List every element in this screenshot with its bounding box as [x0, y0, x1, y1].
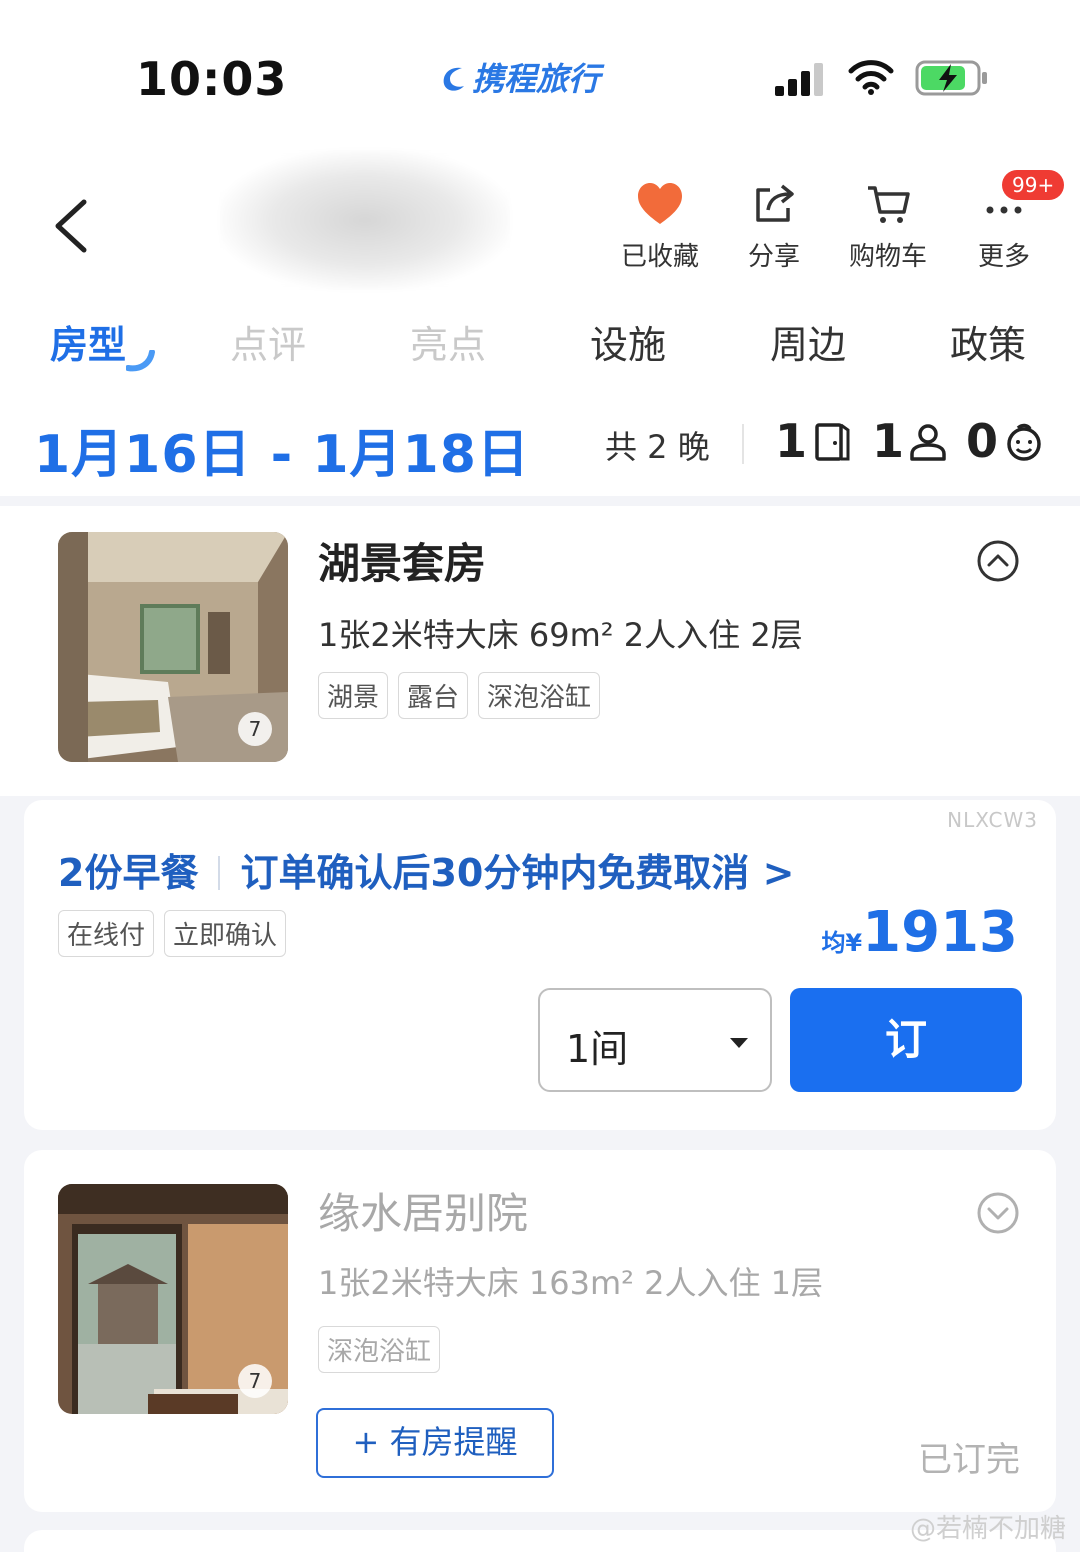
share-button[interactable]: 分享	[724, 180, 824, 273]
rate-title[interactable]: 2份早餐 订单确认后30分钟内免费取消 >	[58, 842, 794, 897]
heart-icon	[638, 183, 682, 224]
room-tags: 深泡浴缸	[318, 1326, 450, 1373]
share-label: 分享	[747, 242, 800, 272]
carrier-text: 携程旅行	[472, 60, 601, 98]
rate-tag: 在线付	[58, 910, 155, 957]
favorite-button[interactable]: 已收藏	[610, 180, 710, 273]
stay-selector[interactable]: 1月16日 - 1月18日 共 2 晚 1 1 0	[0, 400, 1080, 496]
tab-surroundings[interactable]: 周边	[770, 314, 846, 369]
room-photo[interactable]: 7	[58, 1184, 288, 1414]
room-tag: 深泡浴缸	[478, 672, 601, 719]
door-icon	[815, 423, 850, 461]
room-tag: 深泡浴缸	[318, 1326, 441, 1373]
room-name: 湖景套房	[318, 539, 487, 588]
wifi-icon	[848, 60, 894, 95]
watermark: @若楠不加糖	[909, 1514, 1066, 1544]
photo-count: 7	[238, 712, 272, 746]
active-tab-indicator	[126, 350, 155, 372]
room-tags: 湖景 露台 深泡浴缸	[318, 672, 610, 719]
price: 均¥1913	[821, 900, 1018, 965]
next-room-card	[24, 1530, 1056, 1552]
cart-label: 购物车	[848, 242, 927, 272]
tab-highlights[interactable]: 亮点	[410, 314, 486, 369]
room-info: 1张2米特大床 69m² 2人入住 2层	[318, 616, 803, 654]
adult-icon	[910, 424, 946, 461]
date-range[interactable]: 1月16日 - 1月18日	[34, 412, 530, 487]
child-count[interactable]: 0	[966, 414, 998, 468]
book-button[interactable]: 订	[790, 988, 1022, 1092]
tab-facilities[interactable]: 设施	[590, 314, 666, 369]
status-bar: 10:03 携程旅行	[0, 0, 1080, 150]
collapse-chevron-icon[interactable]	[977, 540, 1019, 582]
cart-icon	[868, 186, 910, 223]
room-card[interactable]: 7 湖景套房 1张2米特大床 69m² 2人入住 2层 湖景 露台 深泡浴缸	[0, 506, 1080, 796]
nights-count: 共 2 晚	[605, 428, 710, 466]
rate-tag: 立即确认	[164, 910, 287, 957]
divider	[218, 856, 221, 890]
room-tag: 湖景	[318, 672, 389, 719]
room-quantity-value: 1间	[566, 1027, 629, 1071]
room-photo[interactable]: 7	[58, 532, 288, 762]
room-count[interactable]: 1	[775, 414, 807, 468]
rate-code: NLXCW3	[947, 808, 1038, 832]
cancellation-label: 订单确认后30分钟内免费取消 >	[240, 851, 795, 895]
notification-badge: 99+	[1002, 170, 1065, 200]
room-name: 缘水居别院	[318, 1189, 529, 1238]
tab-policies[interactable]: 政策	[950, 314, 1026, 369]
rate-tags: 在线付 立即确认	[58, 910, 296, 957]
signal-icon	[775, 62, 827, 96]
child-icon	[1007, 423, 1041, 461]
expand-chevron-icon[interactable]	[977, 1192, 1019, 1234]
tab-reviews[interactable]: 点评	[230, 314, 306, 369]
availability-alert-button[interactable]: + 有房提醒	[316, 1408, 554, 1478]
section-tabs: 房型 点评 亮点 设施 周边 政策	[0, 300, 1080, 400]
price-amount: 1913	[862, 900, 1018, 965]
battery-icon	[915, 60, 987, 96]
back-icon[interactable]	[50, 198, 94, 254]
clock: 10:03	[136, 52, 288, 106]
carrier-label: 携程旅行	[440, 54, 600, 100]
tab-room-type[interactable]: 房型	[50, 314, 126, 369]
share-icon	[756, 184, 794, 222]
favorite-label: 已收藏	[620, 242, 699, 272]
rate-plan-card: NLXCW3 2份早餐 订单确认后30分钟内免费取消 > 在线付 立即确认 均¥19…	[24, 800, 1056, 1130]
cart-button[interactable]: 购物车	[838, 180, 938, 273]
photo-count: 7	[238, 1364, 272, 1398]
hotel-name-redacted	[220, 150, 510, 290]
dropdown-caret-icon	[730, 1038, 748, 1048]
room-quantity-select[interactable]: 1间	[538, 988, 772, 1092]
room-tag: 露台	[398, 672, 469, 719]
sold-out-label: 已订完	[918, 1440, 1020, 1480]
room-info: 1张2米特大床 163m² 2人入住 1层	[318, 1264, 824, 1302]
divider	[742, 424, 744, 464]
price-prefix: 均¥	[821, 929, 863, 957]
hotel-header: 已收藏 分享 购物车 更多 99+	[0, 150, 1080, 300]
breakfast-label: 2份早餐	[58, 851, 199, 895]
adult-count[interactable]: 1	[872, 414, 904, 468]
more-label: 更多	[977, 242, 1030, 272]
room-card[interactable]: 7 缘水居别院 1张2米特大床 163m² 2人入住 1层 深泡浴缸 + 有房提…	[24, 1150, 1056, 1512]
ctrip-logo-icon	[443, 67, 464, 91]
